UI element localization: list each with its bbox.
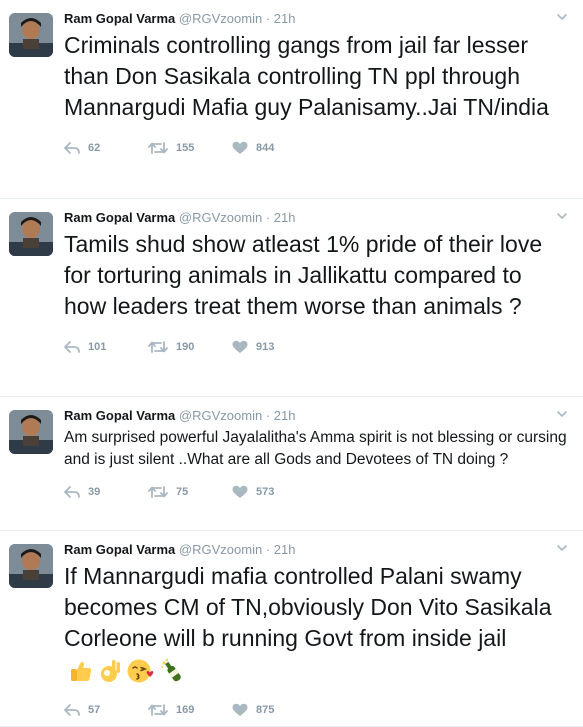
emoji-group	[68, 658, 187, 684]
like-button[interactable]: 913	[232, 340, 316, 354]
ok-hand-icon	[101, 659, 120, 682]
like-count: 875	[256, 704, 275, 716]
reply-count: 39	[88, 486, 101, 498]
like-button[interactable]: 844	[232, 141, 316, 155]
tweet-text: Criminals controlling gangs from jail fa…	[64, 32, 549, 120]
retweet-count: 169	[176, 704, 195, 716]
reply-count: 101	[88, 341, 107, 353]
reply-icon	[64, 341, 80, 353]
avatar[interactable]	[9, 212, 53, 256]
author-handle[interactable]: @RGVzoomin	[179, 210, 262, 225]
retweet-button[interactable]: 155	[148, 141, 232, 155]
timestamp[interactable]: 21h	[274, 408, 296, 423]
reply-icon	[64, 142, 80, 154]
avatar[interactable]	[9, 13, 53, 57]
like-count: 844	[256, 142, 275, 154]
author-name[interactable]: Ram Gopal Varma	[64, 11, 175, 26]
tweet-header: Ram Gopal Varma @RGVzoomin · 21h	[64, 541, 569, 559]
retweet-count: 155	[176, 142, 195, 154]
tweet-text: Tamils shud show atleast 1% pride of the…	[64, 231, 543, 319]
like-count: 573	[256, 486, 275, 498]
timestamp[interactable]: 21h	[274, 11, 296, 26]
heart-icon	[232, 703, 248, 716]
avatar[interactable]	[9, 544, 53, 588]
reply-count: 62	[88, 142, 101, 154]
reply-button[interactable]: 57	[64, 703, 148, 717]
reply-icon	[64, 704, 80, 716]
like-count: 913	[256, 341, 275, 353]
reply-button[interactable]: 39	[64, 485, 148, 499]
reply-count: 57	[88, 704, 101, 716]
tweet-header: Ram Gopal Varma @RGVzoomin · 21h	[64, 209, 569, 227]
thumbs-up-icon	[71, 661, 92, 681]
reply-button[interactable]: 62	[64, 141, 148, 155]
tweet-actions: 39 75 573	[64, 477, 569, 507]
tweet-actions: 57 169 875	[64, 695, 569, 725]
chevron-down-icon[interactable]	[555, 407, 569, 421]
chevron-down-icon[interactable]	[555, 541, 569, 555]
tweet-header: Ram Gopal Varma @RGVzoomin · 21h	[64, 10, 569, 28]
retweet-count: 75	[176, 486, 189, 498]
reply-icon	[64, 486, 80, 498]
tweet-actions: 101 190 913	[64, 332, 569, 362]
retweet-icon	[148, 341, 168, 353]
separator: ·	[265, 11, 271, 26]
separator: ·	[265, 542, 271, 557]
separator: ·	[265, 210, 271, 225]
author-name[interactable]: Ram Gopal Varma	[64, 542, 175, 557]
kiss-face-icon	[127, 659, 154, 683]
timestamp[interactable]: 21h	[274, 210, 296, 225]
heart-icon	[232, 485, 248, 498]
tweet[interactable]: Ram Gopal Varma @RGVzoomin · 21h Am surp…	[0, 397, 583, 531]
retweet-icon	[148, 486, 168, 498]
timestamp[interactable]: 21h	[274, 542, 296, 557]
tweet-text-container: If Mannargudi mafia controlled Palani sw…	[64, 561, 569, 685]
retweet-icon	[148, 704, 168, 716]
reply-button[interactable]: 101	[64, 340, 148, 354]
champagne-icon	[161, 658, 181, 682]
retweet-icon	[148, 142, 168, 154]
chevron-down-icon[interactable]	[555, 10, 569, 24]
tweet[interactable]: Ram Gopal Varma @RGVzoomin · 21h Tamils …	[0, 199, 583, 397]
tweet-text: If Mannargudi mafia controlled Palani sw…	[64, 563, 552, 651]
like-button[interactable]: 875	[232, 703, 316, 717]
author-handle[interactable]: @RGVzoomin	[179, 408, 262, 423]
author-handle[interactable]: @RGVzoomin	[179, 542, 262, 557]
chevron-down-icon[interactable]	[555, 209, 569, 223]
retweet-button[interactable]: 169	[148, 703, 232, 717]
retweet-count: 190	[176, 341, 195, 353]
avatar[interactable]	[9, 410, 53, 454]
tweet[interactable]: Ram Gopal Varma @RGVzoomin · 21h If Mann…	[0, 531, 583, 727]
tweet[interactable]: Ram Gopal Varma @RGVzoomin · 21h Crimina…	[0, 0, 583, 199]
retweet-button[interactable]: 190	[148, 340, 232, 354]
author-name[interactable]: Ram Gopal Varma	[64, 210, 175, 225]
separator: ·	[265, 408, 271, 423]
tweet-header: Ram Gopal Varma @RGVzoomin · 21h	[64, 407, 569, 425]
tweet-text: Am surprised powerful Jayalalitha's Amma…	[64, 429, 567, 468]
heart-icon	[232, 141, 248, 154]
tweet-actions: 62 155 844	[64, 133, 569, 163]
retweet-button[interactable]: 75	[148, 485, 232, 499]
heart-icon	[232, 340, 248, 353]
author-name[interactable]: Ram Gopal Varma	[64, 408, 175, 423]
like-button[interactable]: 573	[232, 485, 316, 499]
author-handle[interactable]: @RGVzoomin	[179, 11, 262, 26]
